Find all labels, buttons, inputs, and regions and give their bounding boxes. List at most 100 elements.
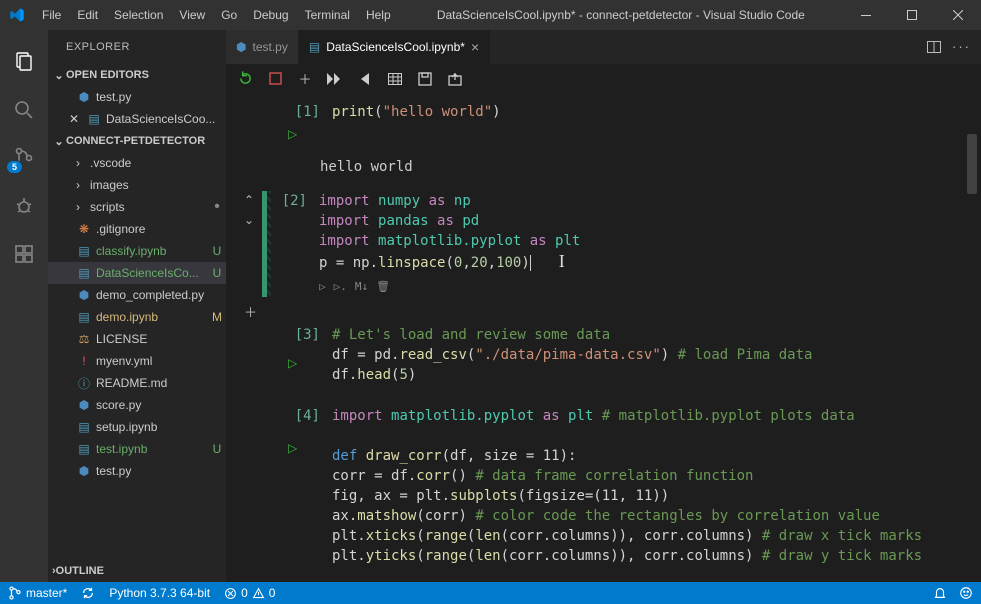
sidebar-title: EXPLORER: [48, 30, 226, 64]
branch-name: master*: [26, 586, 67, 600]
menubar: File Edit Selection View Go Debug Termin…: [34, 0, 399, 30]
close-icon[interactable]: ✕: [66, 112, 82, 126]
folder-item[interactable]: ›scripts•: [48, 196, 226, 218]
notebook-cell[interactable]: [1] print("hello world"): [236, 102, 965, 122]
tab-label: DataScienceIsCool.ipynb*: [326, 40, 465, 54]
chevron-down-icon: ⌄: [52, 135, 66, 148]
menu-help[interactable]: Help: [358, 0, 399, 30]
file-item[interactable]: ⬢score.py: [48, 394, 226, 416]
code-content[interactable]: print("hello world"): [332, 102, 501, 122]
untracked-badge: U: [208, 266, 226, 280]
file-item[interactable]: ⬢test.py: [48, 460, 226, 482]
menu-file[interactable]: File: [34, 0, 69, 30]
export-icon[interactable]: [446, 70, 464, 88]
notebook-body[interactable]: [1] print("hello world") ▷ hello world ⌃…: [226, 94, 981, 582]
file-item[interactable]: ▤demo.ipynbM: [48, 306, 226, 328]
move-up-icon[interactable]: ⌃: [244, 193, 254, 207]
file-item[interactable]: ▤test.ipynbU: [48, 438, 226, 460]
workspace-header[interactable]: ⌄ CONNECT-PETDETECTOR: [48, 130, 226, 152]
more-icon[interactable]: ···: [952, 39, 971, 55]
file-item[interactable]: !myenv.yml: [48, 350, 226, 372]
git-file-icon: ❋: [76, 222, 92, 236]
file-item[interactable]: ⓘREADME.md: [48, 372, 226, 394]
folder-item[interactable]: ›.vscode: [48, 152, 226, 174]
menu-view[interactable]: View: [171, 0, 213, 30]
tab-datascience-notebook[interactable]: ▤ DataScienceIsCool.ipynb* ×: [299, 30, 490, 64]
maximize-button[interactable]: [889, 0, 935, 30]
delete-cell-icon[interactable]: 🗑: [376, 277, 390, 297]
tab-test-py[interactable]: ⬢ test.py: [226, 30, 299, 64]
table-icon[interactable]: [386, 70, 404, 88]
window-controls: [843, 0, 981, 30]
close-button[interactable]: [935, 0, 981, 30]
file-item[interactable]: ⚖LICENSE: [48, 328, 226, 350]
menu-debug[interactable]: Debug: [245, 0, 296, 30]
notebook-file-icon: ▤: [76, 442, 92, 456]
run-by-line-icon[interactable]: ▷.: [334, 277, 347, 297]
scm-badge: 5: [6, 160, 23, 174]
chevron-right-icon: ›: [70, 200, 86, 214]
extensions-icon[interactable]: [0, 230, 48, 278]
git-branch-status[interactable]: master*: [8, 586, 67, 600]
file-item[interactable]: ▤DataScienceIsCo...U: [48, 262, 226, 284]
close-icon[interactable]: ×: [471, 39, 479, 55]
file-item[interactable]: ❋.gitignore: [48, 218, 226, 240]
code-content[interactable]: # Let's load and review some data df = p…: [332, 325, 812, 385]
menu-selection[interactable]: Selection: [106, 0, 171, 30]
menu-go[interactable]: Go: [213, 0, 245, 30]
menu-edit[interactable]: Edit: [69, 0, 106, 30]
notebook-file-icon: ▤: [309, 40, 320, 54]
notebook-cell[interactable]: [4] import matplotlib.pyplot as plt # ma…: [236, 406, 965, 566]
run-cell-icon[interactable]: ▷: [288, 356, 297, 370]
explorer-icon[interactable]: [0, 38, 48, 86]
split-editor-icon[interactable]: [926, 39, 942, 55]
code-content[interactable]: import matplotlib.pyplot as plt # matplo…: [332, 406, 922, 566]
debug-icon[interactable]: [0, 182, 48, 230]
file-item[interactable]: ▤classify.ipynbU: [48, 240, 226, 262]
ibeam-cursor-icon: I: [559, 251, 565, 271]
markdown-toggle-icon[interactable]: M↓: [355, 277, 368, 297]
tab-label: test.py: [252, 40, 287, 54]
save-icon[interactable]: [416, 70, 434, 88]
notebook-toolbar: ＋: [226, 64, 981, 94]
cell-prompt: [4]: [284, 406, 320, 566]
run-cell-mini-icon[interactable]: ▷: [319, 277, 326, 297]
notebook-cell[interactable]: ⌃ ⌄ [2] import numpy as np import pandas…: [236, 191, 965, 297]
file-item[interactable]: ▤setup.ipynb: [48, 416, 226, 438]
open-editor-item[interactable]: ⬢ test.py: [48, 86, 226, 108]
move-down-icon[interactable]: ⌄: [244, 213, 254, 227]
outline-header[interactable]: › OUTLINE: [48, 560, 226, 582]
interrupt-icon[interactable]: [266, 70, 284, 88]
modified-badge: M: [208, 310, 226, 324]
minimize-button[interactable]: [843, 0, 889, 30]
license-file-icon: ⚖: [76, 332, 92, 346]
previous-cell-icon[interactable]: [356, 70, 374, 88]
problems-status[interactable]: 0 0: [224, 586, 275, 600]
run-cell-icon[interactable]: ▷: [288, 127, 297, 141]
notebook-file-icon: ▤: [76, 244, 92, 258]
add-cell-below-icon[interactable]: ＋: [244, 305, 257, 320]
notifications-icon[interactable]: [933, 586, 947, 600]
file-name: DataScienceIsCoo...: [106, 112, 226, 126]
open-editor-item[interactable]: ✕ ▤ DataScienceIsCoo...: [48, 108, 226, 130]
run-all-icon[interactable]: [326, 70, 344, 88]
source-control-icon[interactable]: 5: [0, 134, 48, 182]
run-cell-icon[interactable]: ▷: [288, 441, 297, 455]
menu-terminal[interactable]: Terminal: [297, 0, 358, 30]
add-cell-icon[interactable]: ＋: [296, 70, 314, 88]
folder-item[interactable]: ›images: [48, 174, 226, 196]
file-item[interactable]: ⬢demo_completed.py: [48, 284, 226, 306]
feedback-icon[interactable]: [959, 586, 973, 600]
code-content[interactable]: import numpy as np import pandas as pd i…: [319, 191, 580, 297]
chevron-right-icon: ›: [70, 178, 86, 192]
search-icon[interactable]: [0, 86, 48, 134]
editor-group: ⬢ test.py ▤ DataScienceIsCool.ipynb* × ·…: [226, 30, 981, 582]
cell-mini-toolbar: ▷ ▷. M↓ 🗑: [319, 273, 580, 297]
open-editors-header[interactable]: ⌄ OPEN EDITORS: [48, 64, 226, 86]
scrollbar[interactable]: [967, 134, 977, 194]
restart-kernel-icon[interactable]: [236, 70, 254, 88]
outline-label: OUTLINE: [56, 565, 104, 577]
cell-prompt: [1]: [284, 102, 320, 122]
sync-status[interactable]: [81, 586, 95, 600]
python-env-status[interactable]: Python 3.7.3 64-bit: [109, 586, 210, 600]
